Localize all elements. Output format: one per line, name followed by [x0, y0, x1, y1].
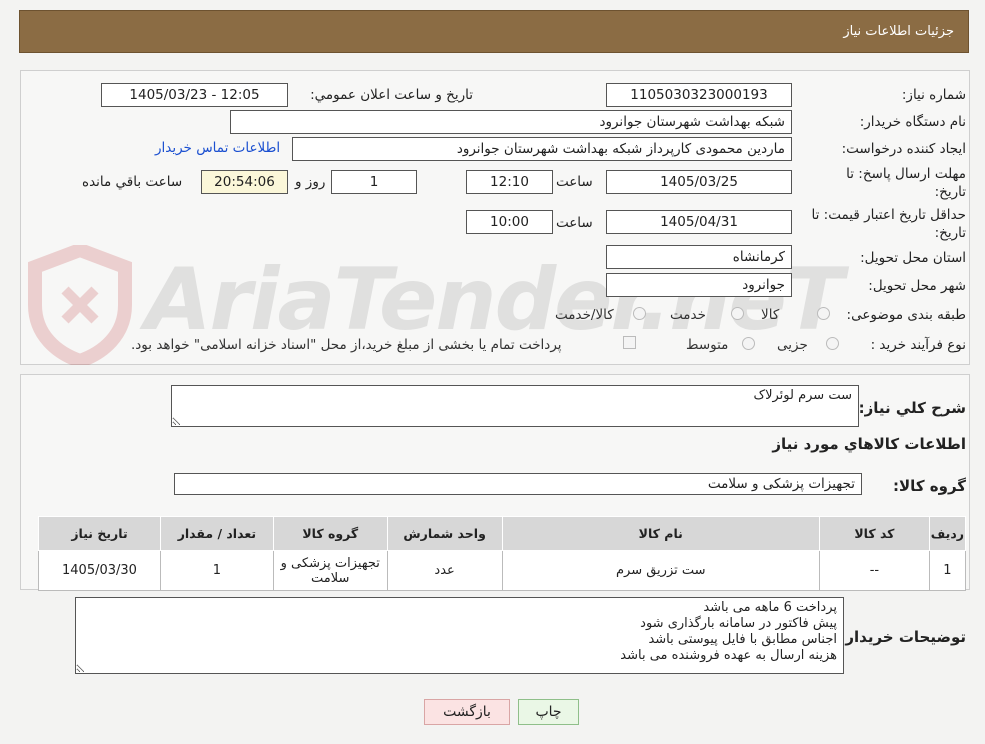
back-button[interactable]: بازگشت: [424, 699, 510, 725]
cell-goods-code: --: [818, 550, 930, 591]
category-service-label: خدمت: [670, 307, 706, 323]
category-goods-radio[interactable]: [817, 307, 830, 320]
cell-row-number: 1: [928, 550, 967, 591]
goods-table: ردیف کد کالا نام کالا واحد شمارش گروه کا…: [38, 516, 967, 591]
general-desc-textarea[interactable]: ست سرم لوئرلاک: [171, 385, 859, 427]
process-medium-radio[interactable]: [742, 337, 755, 350]
days-label: روز و: [295, 174, 326, 190]
deadline-label: مهلت ارسال پاسخ: تا: [846, 166, 966, 182]
category-service-radio[interactable]: [731, 307, 744, 320]
validity-label: حداقل تاریخ اعتبار قیمت: تا: [811, 207, 966, 223]
need-number-label: شماره نیاز:: [901, 87, 966, 103]
buyer-contact-link[interactable]: اطلاعات تماس خریدار: [155, 140, 280, 156]
treasury-payment-checkbox[interactable]: [623, 336, 636, 349]
process-minor-label: جزیی: [777, 337, 808, 353]
province-field: کرمانشاه: [606, 245, 792, 269]
buyer-notes-textarea[interactable]: پرداخت 6 ماهه می باشد پیش فاکتور در ساما…: [75, 597, 844, 674]
deadline-date-field: 1405/03/25: [606, 170, 792, 194]
page-header: جزئیات اطلاعات نیاز: [19, 10, 969, 53]
process-medium-label: متوسط: [686, 337, 729, 353]
cell-goods-group: تجهیزات پزشکی و سلامت: [272, 550, 388, 591]
requester-field: ماردین محمودی کارپرداز شبکه بهداشت شهرست…: [292, 137, 792, 161]
cell-unit: عدد: [386, 550, 503, 591]
validity-label-date: تاریخ:: [934, 225, 966, 241]
category-goods-service-radio[interactable]: [633, 307, 646, 320]
col-header-quantity: تعداد / مقدار: [159, 516, 274, 551]
general-desc-label: شرح کلي نیاز:: [858, 399, 966, 417]
validity-time-field: 10:00: [466, 210, 553, 234]
city-label: شهر محل تحویل:: [868, 278, 966, 294]
print-button[interactable]: چاپ: [518, 699, 579, 725]
treasury-payment-note: پرداخت تمام یا بخشی از مبلغ خرید،از محل …: [131, 337, 562, 353]
goods-info-title: اطلاعات کالاهاي مورد نیاز: [772, 435, 966, 453]
col-header-goods-name: نام کالا: [501, 516, 820, 551]
table-row: 1 -- ست تزریق سرم عدد تجهیزات پزشکی و سل…: [38, 550, 967, 591]
announce-datetime-field: 1405/03/23 - 12:05: [101, 83, 288, 107]
buyer-org-field: شبکه بهداشت شهرستان جوانرود: [230, 110, 792, 134]
page-title: جزئیات اطلاعات نیاز: [843, 24, 954, 39]
remaining-time-label: ساعت باقي مانده: [82, 174, 183, 190]
validity-date-field: 1405/04/31: [606, 210, 792, 234]
cell-need-date: 1405/03/30: [38, 550, 161, 591]
remaining-time-field: 20:54:06: [201, 170, 288, 194]
deadline-label-date: تاریخ:: [934, 184, 966, 200]
process-label: نوع فرآیند خرید :: [870, 337, 966, 353]
col-header-row-number: ردیف: [928, 516, 967, 551]
col-header-need-date: تاریخ نیاز: [38, 516, 161, 551]
goods-group-field: تجهیزات پزشکی و سلامت: [174, 473, 862, 495]
deadline-time-field: 12:10: [466, 170, 553, 194]
validity-time-label: ساعت: [556, 215, 593, 231]
col-header-goods-code: کد کالا: [818, 516, 930, 551]
buyer-notes-label: توضیحات خریدار:: [839, 628, 966, 646]
col-header-unit: واحد شمارش: [386, 516, 503, 551]
goods-group-label: گروه کالا:: [893, 477, 966, 495]
city-field: جوانرود: [606, 273, 792, 297]
need-number-field: 1105030323000193: [606, 83, 792, 107]
process-minor-radio[interactable]: [826, 337, 839, 350]
table-header-row: ردیف کد کالا نام کالا واحد شمارش گروه کا…: [38, 516, 967, 551]
buyer-org-label: نام دستگاه خریدار:: [859, 114, 966, 130]
announce-label: تاریخ و ساعت اعلان عمومي:: [310, 87, 473, 103]
category-label: طبقه بندی موضوعی:: [846, 307, 966, 323]
province-label: استان محل تحویل:: [860, 250, 966, 266]
deadline-time-label: ساعت: [556, 174, 593, 190]
cell-goods-name: ست تزریق سرم: [501, 550, 820, 591]
cell-quantity: 1: [159, 550, 274, 591]
category-goods-label: کالا: [761, 307, 780, 323]
col-header-goods-group: گروه کالا: [272, 516, 388, 551]
requester-label: ایجاد کننده درخواست:: [841, 141, 966, 157]
category-goods-service-label: کالا/خدمت: [555, 307, 614, 323]
days-remaining-field: 1: [331, 170, 417, 194]
